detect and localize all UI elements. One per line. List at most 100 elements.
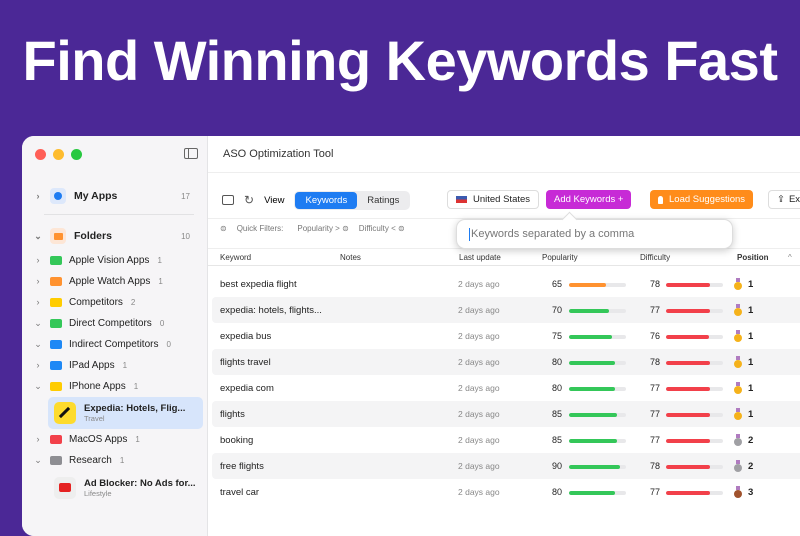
gold-medal-icon [734,330,742,342]
chevron-right-icon: › [36,360,40,370]
minimize-button[interactable] [53,149,64,160]
chevron-down-icon: ⌄ [34,338,42,349]
app-window: › My Apps 17 ⌄ Folders 10 › Apple Vision… [22,136,800,536]
label: Folders [74,230,112,242]
folder-label: MacOS Apps [69,433,128,445]
difficulty-bar [666,361,723,365]
table-row[interactable]: travel car 2 days ago 80 77 3 [212,479,800,505]
col-position[interactable]: Position [737,253,769,262]
refresh-icon[interactable]: ↻ [244,193,254,207]
chevron-down-icon: ⌄ [34,230,42,241]
sidebar-folder[interactable]: › MacOS Apps 1 [22,429,208,449]
folder-icon [50,339,62,349]
sidebar-folder[interactable]: › Apple Watch Apps 1 [22,271,208,291]
add-keywords-button[interactable]: Add Keywords + [546,190,632,209]
table-row[interactable]: booking 2 days ago 85 77 2 [212,427,800,453]
zoom-button[interactable] [71,149,82,160]
folder-label: IPhone Apps [69,380,126,392]
difficulty-bar [666,439,723,443]
last-update-cell: 2 days ago [458,279,500,289]
difficulty-value: 77 [650,383,661,393]
col-difficulty[interactable]: Difficulty [640,253,670,262]
headline: Find Winning Keywords Fast [22,29,778,92]
last-update-cell: 2 days ago [458,461,500,471]
table-row[interactable]: expedia com 2 days ago 80 77 1 [212,375,800,401]
col-keyword[interactable]: Keyword [220,253,251,262]
keyword-cell: expedia bus [220,331,272,342]
folder-count: 1 [119,455,125,465]
difficulty-filter[interactable]: Difficulty < ⊜ [359,224,405,233]
popularity-filter[interactable]: Popularity > ⊜ [297,224,348,233]
keyword-cell: flights [220,409,245,420]
load-suggestions-button[interactable]: Load Suggestions [650,190,754,209]
sidebar-folder[interactable]: ⌄ Research 1 [22,450,208,470]
keyword-cell: expedia com [220,383,274,394]
view-label: View [264,194,285,206]
expedia-app-icon [54,402,76,424]
tab-keywords[interactable]: Keywords [295,191,358,209]
country-select[interactable]: United States [447,190,540,209]
sidebar-icon[interactable] [222,195,234,205]
chevron-right-icon: › [36,191,40,201]
sidebar-folders[interactable]: ⌄ Folders 10 [22,226,208,246]
folder-count: 0 [159,318,165,328]
table-row[interactable]: flights 2 days ago 85 77 1 [212,401,800,427]
filter-icon: ⊜ [220,224,227,233]
popularity-value: 75 [552,331,563,341]
sort-ascending-icon: ^ [788,253,792,262]
add-keywords-popover[interactable]: Keywords separated by a comma [456,219,733,249]
table-row[interactable]: best expedia flight 2 days ago 65 78 1 [212,271,800,297]
folder-label: Competitors [69,296,123,308]
sidebar-toggle-icon[interactable] [184,148,198,159]
window-controls [35,149,82,160]
chevron-right-icon: › [36,297,40,307]
folder-count: 2 [130,297,136,307]
lightbulb-icon [658,195,663,204]
sidebar-folder[interactable]: › IPad Apps 1 [22,355,208,375]
col-last-update[interactable]: Last update [459,253,501,262]
app-item-ad-blocker[interactable]: Ad Blocker: No Ads for... Lifestyle [48,472,203,504]
sidebar-folder[interactable]: ⌄ Direct Competitors 0 [22,313,208,333]
last-update-cell: 2 days ago [458,487,500,497]
table-row[interactable]: expedia: hotels, flights... 2 days ago 7… [212,297,800,323]
sidebar-folder[interactable]: › Competitors 2 [22,292,208,312]
tab-ratings[interactable]: Ratings [357,192,409,209]
table-row[interactable]: free flights 2 days ago 90 78 2 [212,453,800,479]
folder-label: Apple Vision Apps [69,254,150,266]
export-button[interactable]: ⇪Exp [768,190,800,209]
keyword-cell: best expedia flight [220,279,297,290]
folder-label: IPad Apps [69,359,115,371]
app-item-expedia[interactable]: Expedia: Hotels, Flig... Travel [48,397,203,429]
folder-count: 1 [157,255,162,265]
popularity-value: 80 [552,357,563,367]
table-header: Keyword Notes Last update Popularity Dif… [208,248,800,266]
quick-filters: ⊜ Quick Filters: Popularity > ⊜ Difficul… [220,224,405,233]
position-value: 1 [748,279,754,290]
sidebar-folder[interactable]: › Apple Vision Apps 1 [22,250,208,270]
sidebar-folder[interactable]: ⌄ IPhone Apps 1 [22,376,208,396]
last-update-cell: 2 days ago [458,305,500,315]
folder-label: Apple Watch Apps [69,275,151,287]
position-value: 1 [748,383,754,394]
difficulty-bar [666,413,723,417]
keywords-input[interactable]: Keywords separated by a comma [471,228,634,240]
col-notes[interactable]: Notes [340,253,361,262]
difficulty-value: 76 [650,331,661,341]
popularity-value: 65 [552,279,563,289]
table-row[interactable]: expedia bus 2 days ago 75 76 1 [212,323,800,349]
label: Popularity > [297,224,340,233]
col-popularity[interactable]: Popularity [542,253,578,262]
app-name: Ad Blocker: No Ads for... [84,478,196,489]
last-update-cell: 2 days ago [458,435,500,445]
folder-icon [50,434,62,444]
sidebar-my-apps[interactable]: › My Apps 17 [22,186,208,206]
close-button[interactable] [35,149,46,160]
folder-icon [50,255,62,265]
folder-count: 0 [166,339,171,349]
silver-medal-icon [734,460,742,472]
sidebar-folder[interactable]: ⌄ Indirect Competitors 0 [22,334,208,354]
silver-medal-icon [734,434,742,446]
folder-count: 1 [158,276,163,286]
table-row[interactable]: flights travel 2 days ago 80 78 1 [212,349,800,375]
last-update-cell: 2 days ago [458,357,500,367]
